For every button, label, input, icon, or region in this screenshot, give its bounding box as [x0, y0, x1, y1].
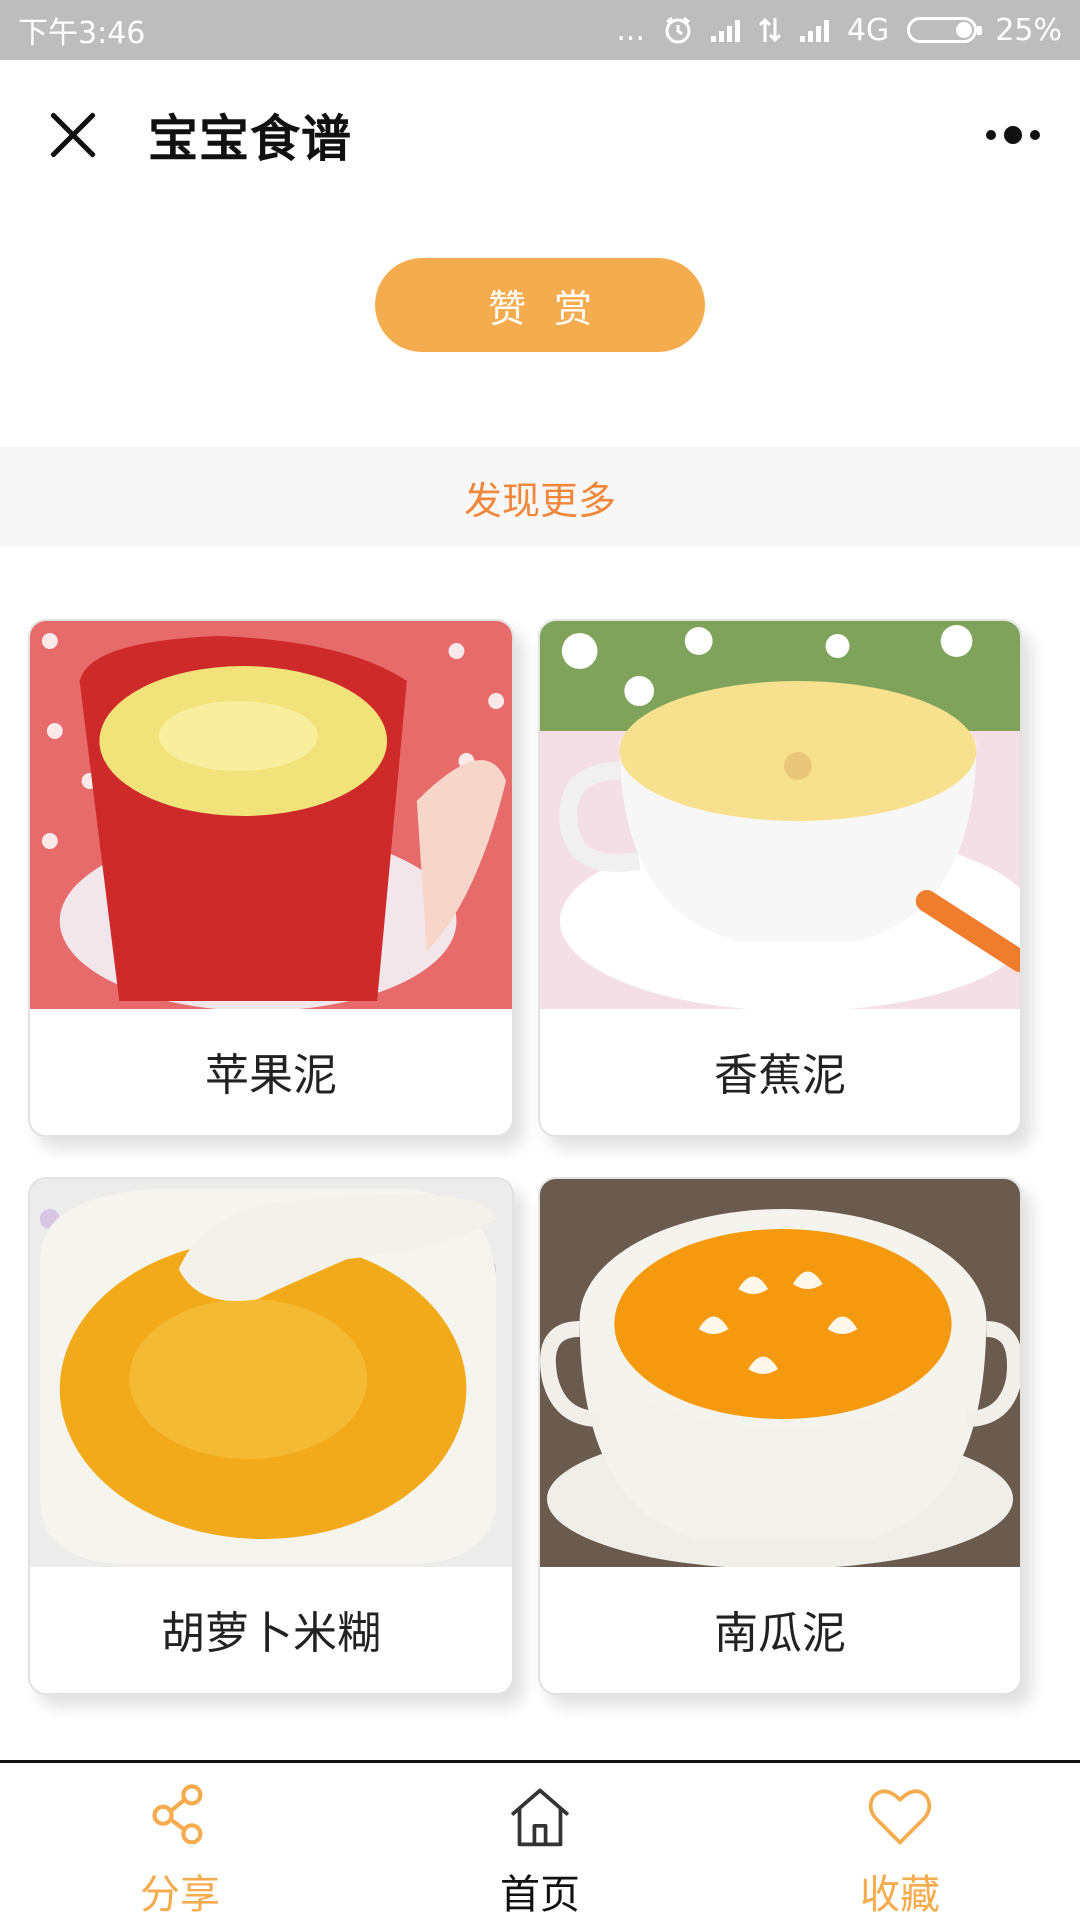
nav-share[interactable]: 分享: [0, 1763, 360, 1920]
recipe-name: 胡萝卜米糊: [161, 1608, 381, 1659]
recipe-name: 苹果泥: [205, 1050, 337, 1101]
status-dots: ...: [616, 12, 645, 48]
nav-home[interactable]: 首页: [360, 1763, 720, 1920]
signal-icon-2: [799, 18, 829, 42]
nav-share-label: 分享: [140, 1872, 220, 1918]
bottom-nav: 分享 首页 收藏: [0, 1760, 1080, 1920]
heart-icon: [868, 1789, 932, 1845]
recipe-card-apple[interactable]: 苹果泥: [28, 619, 514, 1137]
share-icon: [152, 1784, 203, 1844]
status-bar: 下午3:46 ... 4G 25%: [0, 0, 1080, 60]
recipe-name: 香蕉泥: [714, 1050, 846, 1101]
alarm-icon: [665, 16, 691, 44]
header: 宝宝食谱: [0, 60, 1080, 210]
nav-favorite[interactable]: 收藏: [720, 1763, 1080, 1920]
battery-fill: [956, 22, 973, 38]
apple-puree-image: [30, 621, 512, 1009]
signal-icon: [710, 18, 740, 42]
pumpkin-puree-image: [540, 1179, 1020, 1567]
close-icon[interactable]: [43, 105, 103, 165]
page-title: 宝宝食谱: [148, 110, 352, 168]
banana-puree-image: [540, 621, 1020, 1009]
data-transfer-icon: [758, 17, 782, 43]
discover-more-label: 发现更多: [463, 478, 616, 523]
discover-more-link[interactable]: 发现更多: [0, 447, 1080, 547]
recipe-card-banana[interactable]: 香蕉泥: [538, 619, 1022, 1137]
network-type: 4G: [846, 12, 890, 48]
reward-button[interactable]: 赞赏: [375, 258, 705, 352]
recipe-card-carrot[interactable]: 胡萝卜米糊: [28, 1177, 514, 1695]
more-dots-icon[interactable]: [986, 126, 1040, 144]
battery-icon: [907, 17, 983, 43]
nav-favorite-label: 收藏: [860, 1872, 940, 1918]
status-icons: ... 4G 25%: [616, 13, 1062, 48]
nav-home-label: 首页: [500, 1872, 580, 1918]
home-icon: [510, 1788, 570, 1847]
status-time: 下午3:46: [18, 16, 146, 51]
recipe-name: 南瓜泥: [714, 1608, 846, 1659]
recipe-card-pumpkin[interactable]: 南瓜泥: [538, 1177, 1022, 1695]
battery-percent: 25%: [995, 12, 1062, 48]
carrot-rice-paste-image: [30, 1179, 512, 1567]
